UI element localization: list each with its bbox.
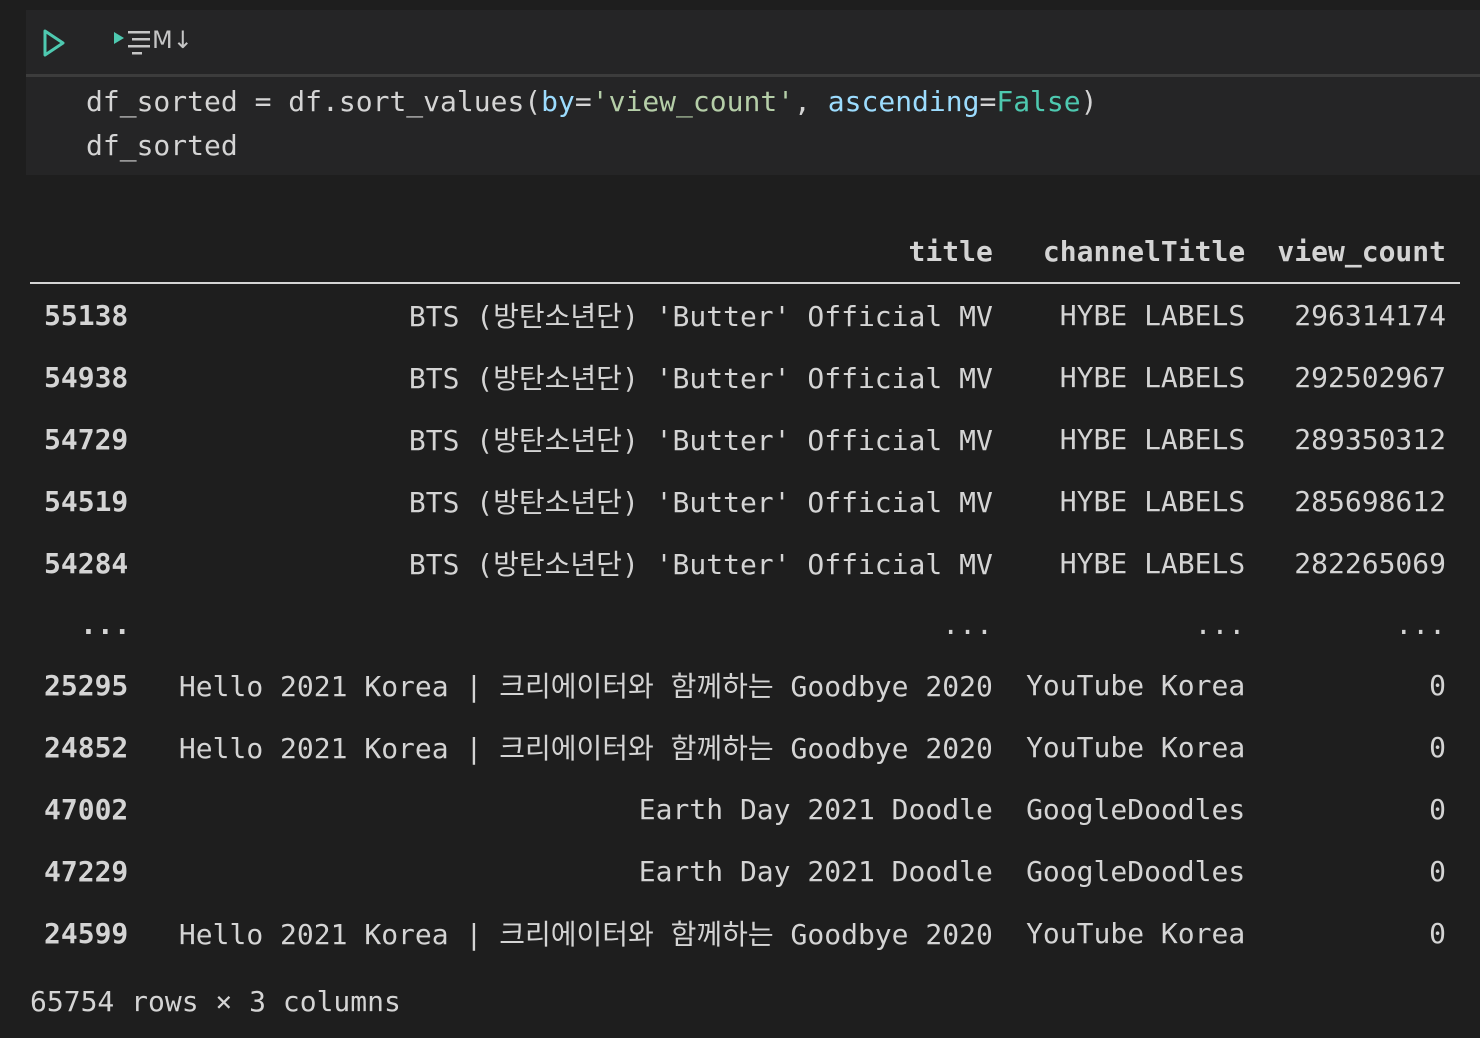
code-token-param-eq2: =: [979, 85, 997, 118]
code-token-param-eq: =: [574, 85, 592, 118]
dataframe-output: title channelTitle view_count 55138 BTS …: [30, 220, 1460, 964]
markdown-toggle-button[interactable]: M↓: [152, 26, 193, 54]
table-row: 54938 BTS (방탄소년단) 'Butter' Official MV H…: [30, 346, 1460, 408]
cell-title: Hello 2021 Korea | 크리에이터와 함께하는 Goodbye 2…: [178, 732, 993, 765]
code-token-string: 'view_count': [591, 85, 795, 118]
ellipsis-row: ... ... ... ...: [30, 594, 1460, 654]
cell-title: BTS (방탄소년단) 'Butter' Official MV: [408, 548, 993, 581]
row-index: 54284: [44, 546, 129, 580]
index-header: [30, 220, 147, 284]
cell-title: BTS (방탄소년단) 'Butter' Official MV: [408, 486, 993, 519]
cell-views: 282265069: [1294, 546, 1446, 580]
ellipsis-index: ...: [80, 607, 131, 641]
cell-views: 0: [1429, 668, 1446, 702]
cell-views: 0: [1429, 916, 1446, 950]
code-token-param-by: by: [541, 85, 575, 118]
code-line-1: df_sorted = df.sort_values(by='view_coun…: [86, 85, 1098, 118]
cell-views: 285698612: [1294, 484, 1446, 518]
cell-title: Hello 2021 Korea | 크리에이터와 함께하는 Goodbye 2…: [178, 918, 993, 951]
ellipsis-channel: ...: [1194, 607, 1246, 641]
cell-channel: HYBE LABELS: [1059, 546, 1246, 580]
column-header-views: view_count: [1259, 220, 1460, 284]
cell-title: BTS (방탄소년단) 'Butter' Official MV: [408, 362, 993, 395]
dataframe-shape-footer: 65754 rows × 3 columns: [30, 985, 401, 1018]
table-row: 54729 BTS (방탄소년단) 'Butter' Official MV H…: [30, 408, 1460, 470]
row-index: 55138: [44, 298, 129, 332]
cell-channel: HYBE LABELS: [1059, 484, 1246, 518]
row-index: 25295: [44, 668, 129, 702]
cell-title: BTS (방탄소년단) 'Butter' Official MV: [408, 424, 993, 457]
table-row: 24852 Hello 2021 Korea | 크리에이터와 함께하는 Goo…: [30, 716, 1460, 778]
cell-views: 292502967: [1294, 360, 1446, 394]
cell-views: 0: [1429, 730, 1446, 764]
cell-views: 289350312: [1294, 422, 1446, 456]
cell-channel: YouTube Korea: [1026, 668, 1246, 702]
run-cell-icon[interactable]: [42, 28, 66, 58]
execute-above-icon[interactable]: [114, 28, 156, 58]
cell-views: 296314174: [1294, 298, 1446, 332]
row-index: 47002: [44, 792, 129, 826]
cell-channel: HYBE LABELS: [1059, 298, 1246, 332]
cell-title: BTS (방탄소년단) 'Butter' Official MV: [408, 300, 993, 333]
cell-title: Earth Day 2021 Doodle: [638, 854, 993, 888]
cell-channel: GoogleDoodles: [1026, 792, 1246, 826]
code-line-2: df_sorted: [86, 129, 238, 162]
table-row: 25295 Hello 2021 Korea | 크리에이터와 함께하는 Goo…: [30, 654, 1460, 716]
row-index: 24852: [44, 730, 129, 764]
row-index: 47229: [44, 854, 129, 888]
code-token-param-ascending: ascending: [827, 85, 980, 118]
dataframe-table: title channelTitle view_count 55138 BTS …: [30, 220, 1460, 964]
cell-channel: YouTube Korea: [1026, 916, 1246, 950]
table-row: 54284 BTS (방탄소년단) 'Butter' Official MV H…: [30, 532, 1460, 594]
column-header-channel: channelTitle: [1006, 220, 1260, 284]
code-token-sep: ,: [794, 85, 828, 118]
cell-channel: HYBE LABELS: [1059, 422, 1246, 456]
table-row: 55138 BTS (방탄소년단) 'Butter' Official MV H…: [30, 283, 1460, 346]
cell-channel: HYBE LABELS: [1059, 360, 1246, 394]
cell-views: 0: [1429, 792, 1446, 826]
table-row: 47002 Earth Day 2021 Doodle GoogleDoodle…: [30, 778, 1460, 840]
code-token-bool: False: [996, 85, 1081, 118]
table-row: 54519 BTS (방탄소년단) 'Butter' Official MV H…: [30, 470, 1460, 532]
row-index: 24599: [44, 916, 129, 950]
table-header-row: title channelTitle view_count: [30, 220, 1460, 284]
code-token-call: df.sort_values(: [288, 85, 542, 118]
code-token-var: df_sorted: [86, 85, 238, 118]
cell-views: 0: [1429, 854, 1446, 888]
row-index: 54729: [44, 422, 129, 456]
cell-channel: GoogleDoodles: [1026, 854, 1246, 888]
cell-channel: YouTube Korea: [1026, 730, 1246, 764]
ellipsis-views: ...: [1395, 607, 1446, 641]
row-index: 54519: [44, 484, 129, 518]
code-token-eq: =: [237, 85, 289, 118]
table-row: 47229 Earth Day 2021 Doodle GoogleDoodle…: [30, 840, 1460, 902]
column-header-title: title: [147, 220, 1007, 284]
ellipsis-title: ...: [942, 607, 993, 641]
cell-toolbar: M↓: [26, 10, 1480, 77]
row-index: 54938: [44, 360, 129, 394]
cell-title: Hello 2021 Korea | 크리에이터와 함께하는 Goodbye 2…: [178, 670, 993, 703]
code-editor[interactable]: df_sorted = df.sort_values(by='view_coun…: [26, 77, 1480, 175]
code-token-close: ): [1080, 85, 1098, 118]
table-row: 24599 Hello 2021 Korea | 크리에이터와 함께하는 Goo…: [30, 902, 1460, 964]
cell-title: Earth Day 2021 Doodle: [638, 792, 993, 826]
